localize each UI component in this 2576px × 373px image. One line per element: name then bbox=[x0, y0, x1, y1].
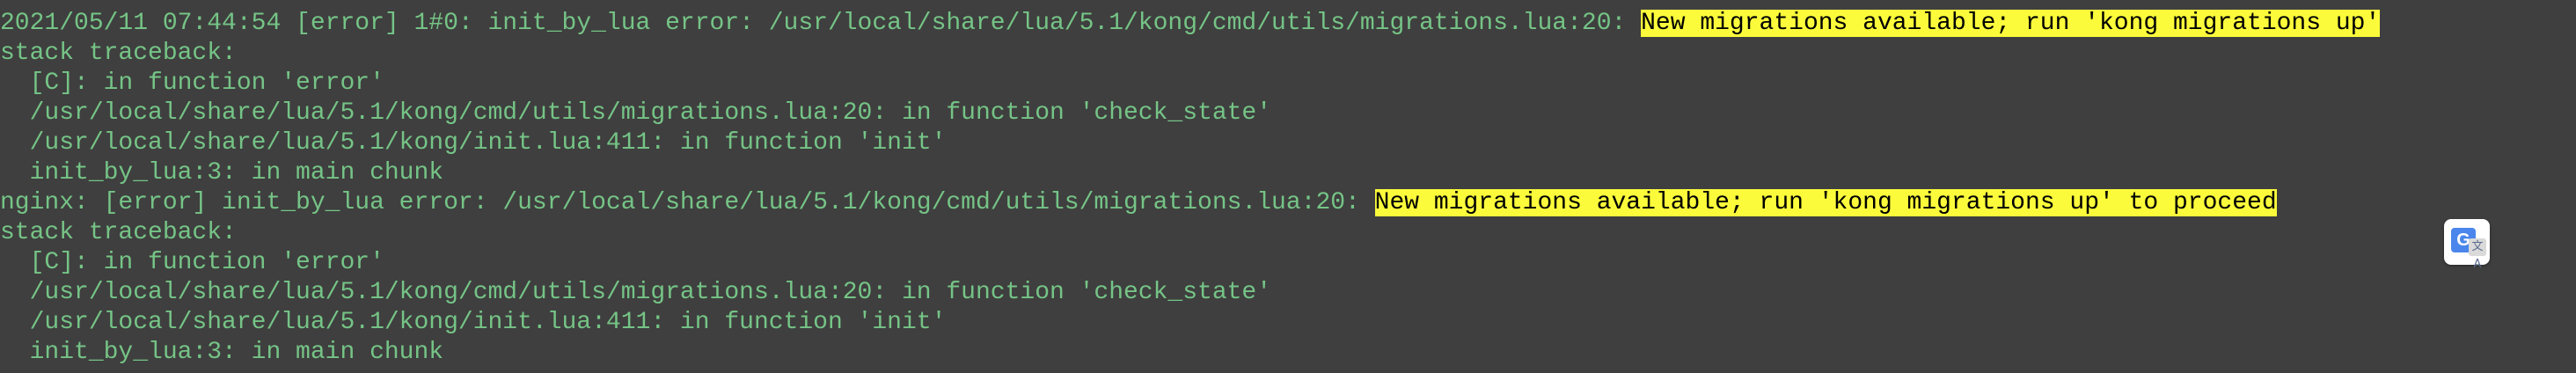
log-line-traceback-header: stack traceback: bbox=[0, 219, 237, 246]
log-line-trace: /usr/local/share/lua/5.1/kong/cmd/utils/… bbox=[0, 279, 1272, 306]
terminal-output: 2021/05/11 07:44:54 [error] 1#0: init_by… bbox=[0, 0, 2576, 373]
translate-sub-glyph: 文A bbox=[2469, 238, 2486, 271]
google-translate-icon[interactable]: G 文A bbox=[2444, 219, 2490, 271]
log-line-error-header: 2021/05/11 07:44:54 [error] 1#0: init_by… bbox=[0, 9, 2381, 39]
log-line-trace: /usr/local/share/lua/5.1/kong/cmd/utils/… bbox=[0, 99, 1272, 127]
log-line-trace: /usr/local/share/lua/5.1/kong/init.lua:4… bbox=[0, 129, 947, 157]
log-line-traceback-header: stack traceback: bbox=[0, 40, 237, 67]
log-text: 2021/05/11 07:44:54 [error] 1#0: init_by… bbox=[0, 10, 1642, 37]
log-line-trace: init_by_lua:3: in main chunk bbox=[0, 159, 444, 186]
log-line-trace: [C]: in function 'error' bbox=[0, 249, 384, 276]
highlighted-message: New migrations available; run 'kong migr… bbox=[1374, 189, 2277, 216]
log-line-trace: [C]: in function 'error' bbox=[0, 69, 384, 97]
log-text: nginx: [error] init_by_lua error: /usr/l… bbox=[0, 189, 1375, 216]
log-line-error-header: nginx: [error] init_by_lua error: /usr/l… bbox=[0, 188, 2277, 218]
highlighted-message: New migrations available; run 'kong migr… bbox=[1641, 10, 2381, 37]
log-line-trace: /usr/local/share/lua/5.1/kong/init.lua:4… bbox=[0, 309, 947, 336]
log-line-trace: init_by_lua:3: in main chunk bbox=[0, 339, 444, 366]
